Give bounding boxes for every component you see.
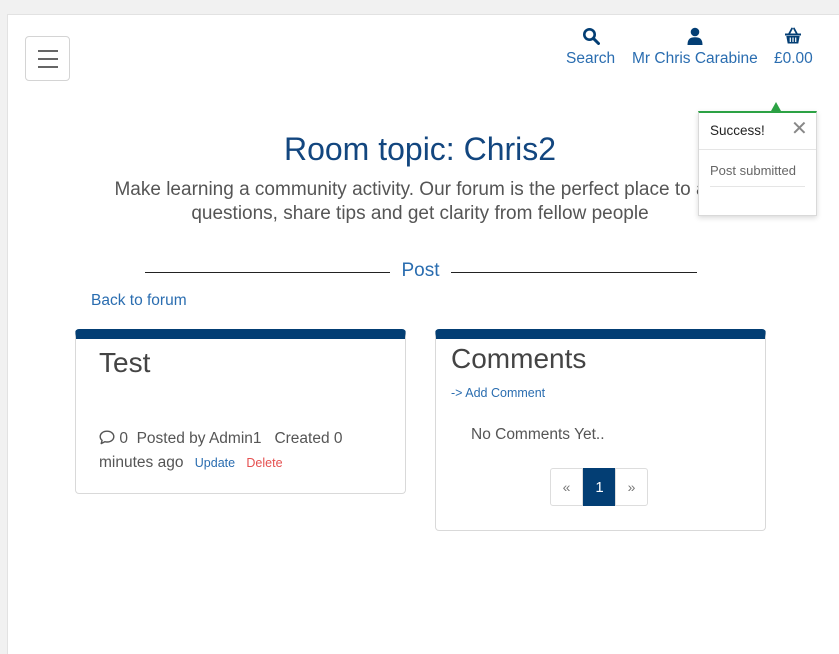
pagination: « 1 » xyxy=(550,468,648,506)
pagination-next-button[interactable]: » xyxy=(615,468,648,506)
header-basket-link[interactable]: £0.00 xyxy=(774,27,813,68)
section-label: Post xyxy=(401,260,440,281)
basket-total: £0.00 xyxy=(774,50,813,67)
page-container: Search Mr Chris Carabine £0.00 Room topi… xyxy=(7,14,839,654)
page-subtitle: Make learning a community activity. Our … xyxy=(114,179,726,224)
close-icon[interactable]: ✕ xyxy=(791,119,808,139)
hamburger-icon-line xyxy=(37,65,58,68)
comments-card: Comments -> Add Comment No Comments Yet.… xyxy=(435,329,766,531)
post-title: Test xyxy=(99,347,151,378)
search-label: Search xyxy=(566,50,616,67)
delete-post-link[interactable]: Delete xyxy=(246,456,282,470)
section-divider: Post xyxy=(145,260,697,282)
toast-header: Success! ✕ xyxy=(699,113,816,150)
account-label: Mr Chris Carabine xyxy=(632,50,758,67)
comment-count: 0 xyxy=(119,430,128,447)
toast-arrow xyxy=(771,102,781,111)
pagination-prev-button[interactable]: « xyxy=(550,468,583,506)
comments-title: Comments xyxy=(451,343,587,374)
update-post-link[interactable]: Update xyxy=(195,456,235,470)
header-search-link[interactable]: Search xyxy=(566,27,615,68)
toast-message: Post submitted xyxy=(710,163,805,187)
hamburger-icon-line xyxy=(37,57,58,60)
header-account-link[interactable]: Mr Chris Carabine xyxy=(632,27,758,68)
basket-icon xyxy=(785,27,802,44)
user-icon xyxy=(687,27,703,45)
posted-by: Posted by Admin1 xyxy=(136,430,262,447)
no-comments-text: No Comments Yet.. xyxy=(471,426,605,443)
divider-line-left xyxy=(145,272,390,273)
post-meta: 0 Posted by Admin1 Created 0 minutes ago… xyxy=(99,427,389,475)
post-card: Test 0 Posted by Admin1 Created 0 minute… xyxy=(75,329,406,494)
created-label: Created xyxy=(274,430,330,447)
back-to-forum-link[interactable]: Back to forum xyxy=(91,292,187,310)
comment-icon xyxy=(99,430,115,445)
search-icon xyxy=(582,28,600,45)
hamburger-icon-line xyxy=(37,49,58,52)
hamburger-menu-button[interactable] xyxy=(25,36,70,81)
pagination-page-1[interactable]: 1 xyxy=(583,468,616,506)
toast-title: Success! xyxy=(710,123,765,138)
add-comment-link[interactable]: -> Add Comment xyxy=(451,386,545,400)
divider-line-right xyxy=(451,272,697,273)
success-toast: Success! ✕ Post submitted xyxy=(698,111,817,216)
